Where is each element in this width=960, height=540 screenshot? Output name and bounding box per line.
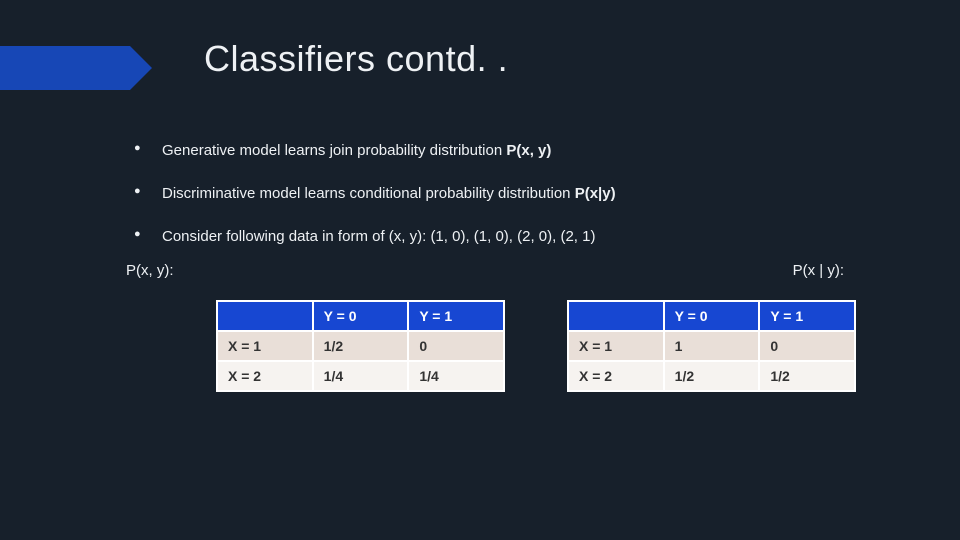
table-header xyxy=(217,301,313,331)
table-cell: X = 1 xyxy=(568,331,664,361)
slide-title: Classifiers contd. . xyxy=(204,38,508,80)
label-conditional: P(x | y): xyxy=(793,262,844,279)
table-cell: X = 2 xyxy=(568,361,664,391)
table-cell: 0 xyxy=(408,331,504,361)
table-row: Y = 0 Y = 1 xyxy=(217,301,504,331)
table-cell: X = 1 xyxy=(217,331,313,361)
table-conditional: Y = 0 Y = 1 X = 1 1 0 X = 2 1/2 1/2 xyxy=(567,300,856,392)
bullet-bold: P(x, y) xyxy=(506,142,551,159)
bullet-bold: P(x|y) xyxy=(575,185,616,202)
bullet-list: Generative model learns join probability… xyxy=(128,140,848,269)
bullet-text: Generative model learns join probability… xyxy=(162,142,506,159)
bullet-text: Consider following data in form of (x, y… xyxy=(162,228,595,245)
bullet-item: Generative model learns join probability… xyxy=(128,140,848,161)
tables-container: Y = 0 Y = 1 X = 1 1/2 0 X = 2 1/4 1/4 Y … xyxy=(216,300,856,392)
table-header: Y = 0 xyxy=(664,301,760,331)
accent-shape xyxy=(0,46,130,90)
table-header xyxy=(568,301,664,331)
table-header: Y = 1 xyxy=(759,301,855,331)
table-cell: 0 xyxy=(759,331,855,361)
bullet-text: Discriminative model learns conditional … xyxy=(162,185,575,202)
table-joint: Y = 0 Y = 1 X = 1 1/2 0 X = 2 1/4 1/4 xyxy=(216,300,505,392)
label-joint: P(x, y): xyxy=(126,262,174,279)
table-cell: 1 xyxy=(664,331,760,361)
table-row: X = 1 1/2 0 xyxy=(217,331,504,361)
table-row: X = 2 1/4 1/4 xyxy=(217,361,504,391)
table-cell: 1/2 xyxy=(759,361,855,391)
table-header: Y = 0 xyxy=(313,301,409,331)
table-cell: 1/2 xyxy=(313,331,409,361)
table-cell: 1/4 xyxy=(408,361,504,391)
table-header: Y = 1 xyxy=(408,301,504,331)
bullet-item: Consider following data in form of (x, y… xyxy=(128,226,848,247)
table-cell: X = 2 xyxy=(217,361,313,391)
table-cell: 1/2 xyxy=(664,361,760,391)
table-cell: 1/4 xyxy=(313,361,409,391)
table-row: X = 2 1/2 1/2 xyxy=(568,361,855,391)
bullet-item: Discriminative model learns conditional … xyxy=(128,183,848,204)
table-row: X = 1 1 0 xyxy=(568,331,855,361)
table-row: Y = 0 Y = 1 xyxy=(568,301,855,331)
